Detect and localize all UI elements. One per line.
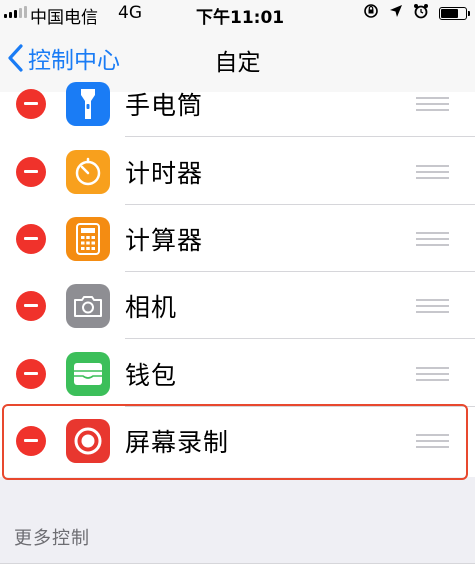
reorder-handle-icon[interactable]: [416, 231, 449, 246]
control-row-flashlight[interactable]: 手电筒: [0, 70, 475, 137]
flashlight-icon: [66, 81, 110, 126]
remove-button[interactable]: [16, 156, 46, 187]
remove-button[interactable]: [16, 358, 46, 389]
alarm-clock-icon: [413, 3, 429, 23]
remove-button[interactable]: [16, 290, 46, 321]
signal-strength-icon: [4, 6, 27, 18]
remove-button[interactable]: [16, 425, 46, 456]
control-label: 钱包: [125, 360, 178, 390]
control-label: 计时器: [125, 158, 204, 188]
status-time: 下午11:01: [196, 8, 285, 28]
remove-button[interactable]: [16, 88, 46, 119]
section-header-more-controls: 更多控制: [14, 528, 90, 549]
remove-button[interactable]: [16, 223, 46, 254]
reorder-handle-icon[interactable]: [416, 433, 449, 448]
timer-icon: [66, 149, 110, 194]
included-controls-list: 手电筒 计时器 计算器 相机 钱包 屏幕录制: [0, 81, 475, 477]
camera-icon: [66, 283, 110, 328]
carrier-label: 中国电信: [30, 8, 98, 28]
status-bar: 中国电信 4G 下午11:01: [0, 0, 475, 28]
screen-recording-icon: [66, 418, 110, 463]
control-row-camera[interactable]: 相机: [0, 272, 475, 339]
control-row-wallet[interactable]: 钱包: [0, 340, 475, 407]
wallet-icon: [66, 351, 110, 396]
control-row-screen-recording[interactable]: 屏幕录制: [0, 407, 475, 474]
calculator-icon: [66, 216, 110, 261]
control-row-calculator[interactable]: 计算器: [0, 205, 475, 272]
location-arrow-icon: [389, 4, 403, 22]
reorder-handle-icon[interactable]: [416, 366, 449, 381]
reorder-handle-icon[interactable]: [416, 96, 449, 111]
reorder-handle-icon[interactable]: [416, 164, 449, 179]
control-label: 相机: [125, 292, 178, 322]
orientation-lock-icon: [363, 3, 379, 23]
control-label: 屏幕录制: [125, 427, 230, 457]
control-row-timer[interactable]: 计时器: [0, 138, 475, 205]
control-label: 计算器: [125, 225, 204, 255]
network-type: 4G: [118, 3, 142, 23]
battery-icon: [439, 6, 470, 20]
control-label: 手电筒: [125, 90, 204, 120]
reorder-handle-icon[interactable]: [416, 298, 449, 313]
